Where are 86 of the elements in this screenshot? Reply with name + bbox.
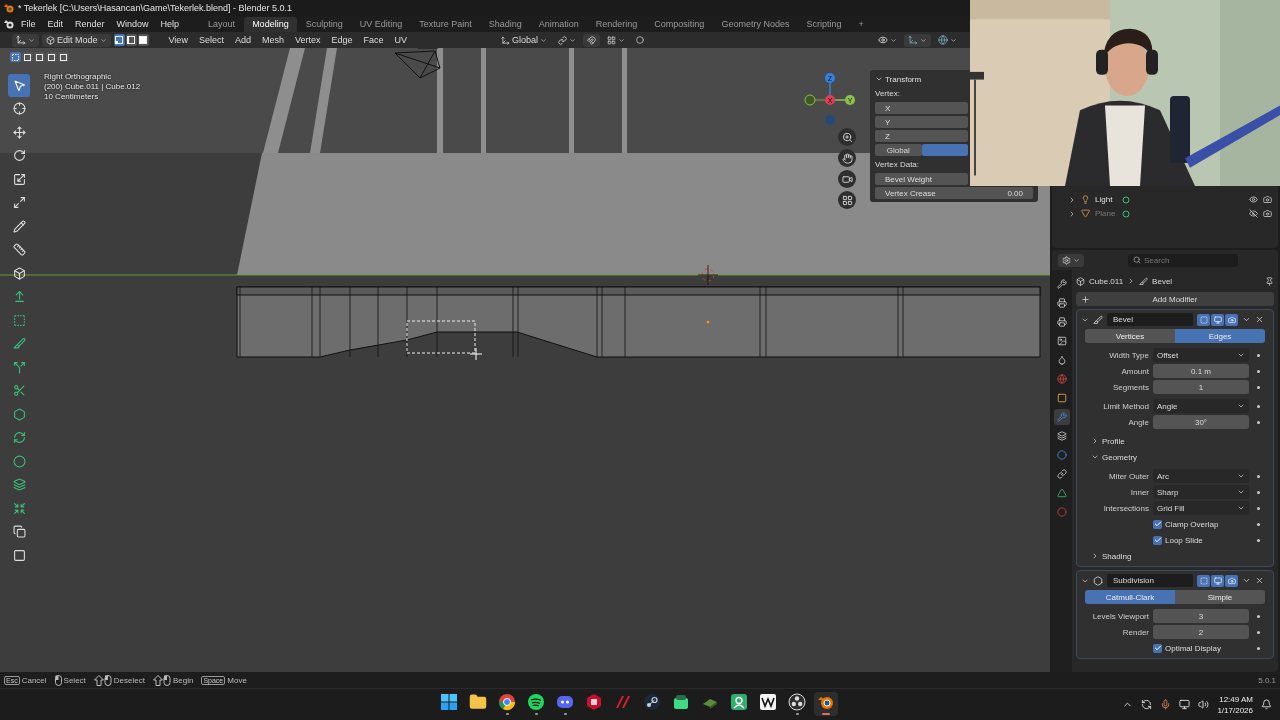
workspace-tab[interactable]: Rendering xyxy=(587,16,646,32)
workspace-tab[interactable]: Shading xyxy=(480,16,530,32)
number-field[interactable]: 1 xyxy=(1153,380,1249,394)
mode-toggle[interactable]: Vertices xyxy=(1085,329,1175,343)
workspace-tab[interactable]: Modeling xyxy=(244,16,297,32)
vertex-data-field[interactable]: Vertex Crease 0.00 xyxy=(875,187,1033,199)
orientation-dropdown[interactable]: Global xyxy=(497,33,552,47)
section-label: Vertex Data: xyxy=(875,160,921,171)
number-field[interactable]: 2 xyxy=(1153,625,1249,639)
menu-item[interactable]: Window xyxy=(111,17,154,31)
menu-item[interactable]: Add xyxy=(230,33,255,47)
breadcrumb-item: Cube.011 xyxy=(1089,276,1124,286)
viewport-info: 10 Centimeters xyxy=(44,92,100,101)
menu-item[interactable]: Select xyxy=(194,33,228,47)
mode-dropdown[interactable]: Edit Mode xyxy=(42,33,111,47)
section-header[interactable]: Shading xyxy=(1081,549,1269,563)
add-workspace-button[interactable]: + xyxy=(850,16,872,32)
property-label: Angle xyxy=(1127,417,1149,427)
vertex-data-field[interactable]: Bevel Weight xyxy=(875,173,968,185)
section-label: Vertex: xyxy=(875,89,901,100)
mode-toggle[interactable]: Edges xyxy=(1175,329,1265,343)
dropdown[interactable]: Arc xyxy=(1153,469,1249,483)
version-label: 5.0.1 xyxy=(1258,675,1276,685)
coordinate-field[interactable]: Z xyxy=(875,130,968,142)
menu-item[interactable]: Mesh xyxy=(257,33,288,47)
outliner-item[interactable]: Light xyxy=(1095,195,1117,204)
clock-time: 12:49 AM xyxy=(1219,693,1253,705)
menu-item[interactable]: Face xyxy=(359,33,388,47)
status-hint: Begin xyxy=(172,675,194,685)
clock-date: 1/17/2026 xyxy=(1217,704,1253,716)
coordinate-field[interactable]: Y xyxy=(875,116,968,128)
section-header[interactable]: Geometry xyxy=(1081,450,1269,464)
outliner-item[interactable]: Plane xyxy=(1095,209,1117,218)
modifier-name-field[interactable]: Bevel xyxy=(1107,313,1193,326)
workspace-tab[interactable]: UV Editing xyxy=(351,16,411,32)
breadcrumb-item: Bevel xyxy=(1152,276,1173,286)
menu-item[interactable]: Edit xyxy=(42,17,69,31)
modifier-name-field[interactable]: Subdivision xyxy=(1107,574,1193,587)
property-label: Intersections xyxy=(1102,503,1149,513)
checkbox-label: Clamp Overlap xyxy=(1165,519,1219,529)
viewport-info: (200) Cube.011 | Cube.012 xyxy=(44,82,141,91)
number-field[interactable]: 30° xyxy=(1153,415,1249,429)
window-title: * Tekerlek [C:\Users\Hasancan\Game\Tekerlek.blend] - Blender 5.0.1 xyxy=(18,3,292,13)
property-label: Levels Viewport xyxy=(1091,611,1149,621)
property-label: Inner xyxy=(1129,487,1149,497)
property-label: Amount xyxy=(1120,366,1149,376)
workspace-tab[interactable]: Scripting xyxy=(798,16,850,32)
property-label: Miter Outer xyxy=(1108,471,1149,481)
mode-toggle[interactable]: Catmull-Clark xyxy=(1085,590,1175,604)
workspace-tab[interactable]: Layout xyxy=(200,16,244,32)
panel-header[interactable]: Transform xyxy=(875,73,968,85)
coordinate-field[interactable]: X xyxy=(875,102,968,114)
number-field[interactable]: 0.1 m xyxy=(1153,364,1249,378)
menu-item[interactable]: Render xyxy=(70,17,110,31)
menu-item[interactable]: Help xyxy=(155,17,185,31)
search-field[interactable]: Search xyxy=(1128,253,1238,267)
property-label: Segments xyxy=(1111,382,1149,392)
property-label: Render xyxy=(1121,627,1149,637)
section-header[interactable]: Profile xyxy=(1081,434,1269,448)
status-hint: Select xyxy=(63,675,86,685)
status-hint: Deselect xyxy=(113,675,145,685)
menu-item[interactable]: File xyxy=(16,17,41,31)
menu-item[interactable]: Edge xyxy=(327,33,357,47)
dropdown[interactable]: Grid Fill xyxy=(1153,501,1249,515)
dropdown[interactable]: Offset xyxy=(1153,348,1249,362)
property-label: Limit Method xyxy=(1102,401,1149,411)
workspace-tab[interactable]: Texture Paint xyxy=(411,16,480,32)
menu-item[interactable]: Vertex xyxy=(290,33,325,47)
workspace-tab[interactable]: Compositing xyxy=(646,16,713,32)
checkbox-label: Loop Slide xyxy=(1165,535,1203,545)
number-field[interactable]: 3 xyxy=(1153,609,1249,623)
workspace-tab[interactable]: Animation xyxy=(530,16,587,32)
space-toggle[interactable]: Global xyxy=(875,144,922,156)
workspace-tab[interactable]: Sculpting xyxy=(297,16,351,32)
viewport-info: Right Orthographic xyxy=(44,72,113,81)
workspace-tab[interactable]: Geometry Nodes xyxy=(713,16,798,32)
property-label: Width Type xyxy=(1108,350,1149,360)
dropdown[interactable]: Angle xyxy=(1153,399,1249,413)
checkbox-label: Optimal Display xyxy=(1165,643,1221,653)
status-hint: Move xyxy=(227,675,247,685)
add-modifier-button[interactable]: Add Modifier xyxy=(1076,292,1274,306)
status-hint: Cancel xyxy=(21,675,47,685)
menu-item[interactable]: UV xyxy=(390,33,411,47)
menu-item[interactable]: View xyxy=(164,33,192,47)
mode-toggle[interactable]: Simple xyxy=(1175,590,1265,604)
dropdown[interactable]: Sharp xyxy=(1153,485,1249,499)
